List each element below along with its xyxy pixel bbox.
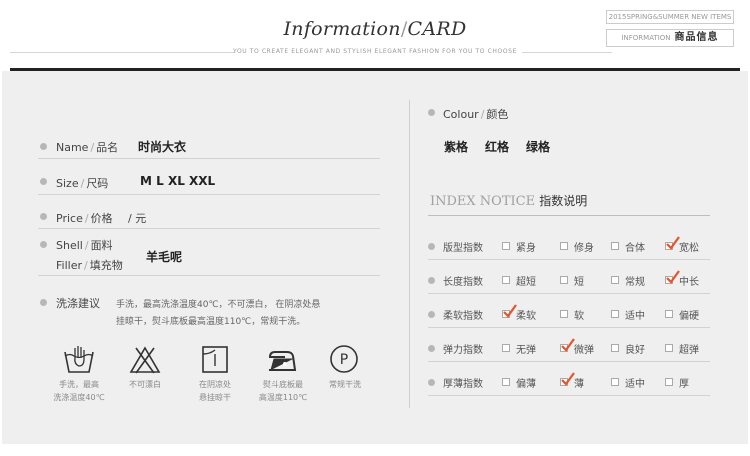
index-checkbox[interactable] — [502, 242, 510, 250]
dry-clean-icon: P — [330, 345, 358, 373]
price-label: Price / 价格 — [56, 212, 113, 225]
bullet — [40, 299, 47, 306]
dry-clean-glyph: P — [340, 352, 348, 368]
row-divider — [428, 293, 710, 294]
index-option: 偏硬 — [679, 311, 699, 322]
index-checkbox[interactable] — [611, 242, 619, 250]
index-checkbox[interactable] — [665, 310, 673, 318]
colour-purple: 紫格 — [444, 140, 469, 154]
name-value: 时尚大衣 — [138, 140, 187, 154]
bullet — [428, 379, 435, 386]
index-checkbox[interactable] — [611, 344, 619, 352]
index-title: INDEX NOTICE 指数说明 — [430, 194, 588, 209]
index-checkbox[interactable] — [560, 276, 568, 284]
index-option: 修身 — [574, 243, 594, 254]
size-label: Size / 尺码 — [56, 177, 109, 190]
wash-label: 洗涤建议 — [56, 297, 100, 310]
colour-label: Colour / 颜色 — [443, 108, 509, 121]
care-caption-dry-clean: 常规干洗 — [329, 380, 361, 389]
index-option: 偏薄 — [516, 379, 536, 390]
index-option: 适中 — [625, 379, 645, 390]
column-divider — [409, 100, 410, 408]
iron-icon — [268, 351, 297, 371]
index-label: 长度指数 — [443, 277, 483, 288]
material-value: 羊毛呢 — [146, 250, 183, 264]
index-checkbox[interactable] — [611, 276, 619, 284]
index-option: 中长 — [679, 277, 699, 288]
bullet — [40, 178, 47, 185]
shell-label: Shell / 面料 — [56, 239, 113, 252]
bullet — [428, 109, 435, 116]
index-option: 软 — [574, 311, 584, 322]
care-caption-iron: 熨斗底板最 高温度110℃ — [258, 380, 308, 402]
hand-wash-icon — [64, 346, 94, 373]
bullet — [428, 243, 435, 250]
season-badge: 2015SPRING&SUMMER NEW ITEMS — [606, 10, 734, 24]
index-label: 版型指数 — [443, 243, 483, 254]
bullet — [40, 241, 47, 248]
size-value: M L XL XXL — [140, 174, 216, 188]
checkmark-icon — [503, 304, 517, 318]
care-caption-hand-wash: 手洗，最高 洗涤温度40℃ — [53, 380, 105, 402]
index-option: 宽松 — [679, 243, 699, 254]
row-divider — [38, 228, 380, 229]
row-divider — [428, 327, 710, 328]
bullet — [40, 213, 47, 220]
index-option: 常规 — [625, 277, 645, 288]
row-divider — [38, 158, 380, 159]
checkmark-icon — [666, 236, 680, 250]
bullet — [428, 345, 435, 352]
index-option: 微弹 — [574, 345, 594, 356]
index-checkbox[interactable] — [502, 378, 510, 386]
card-subtitle: YOU TO CREATE ELEGANT AND STYLISH ELEGAN… — [233, 48, 517, 55]
index-checkbox[interactable] — [611, 310, 619, 318]
filler-label: Filler / 填充物 — [56, 259, 123, 272]
index-option: 良好 — [625, 345, 645, 356]
care-caption-line-dry: 在阴凉处 悬挂晾干 — [199, 380, 231, 402]
index-option: 短 — [574, 277, 584, 288]
index-option: 超短 — [516, 277, 536, 288]
checkmark-icon — [561, 338, 575, 352]
checkmark-icon — [561, 372, 575, 386]
index-checkbox[interactable] — [665, 344, 673, 352]
index-checkbox[interactable] — [560, 242, 568, 250]
index-checkbox[interactable] — [611, 378, 619, 386]
index-option: 合体 — [625, 243, 645, 254]
row-divider — [38, 194, 380, 195]
index-title-rule — [428, 215, 710, 216]
row-divider — [38, 275, 380, 276]
index-option: 厚 — [679, 379, 689, 390]
line-dry-icon — [202, 346, 228, 373]
price-value: / 元 — [128, 212, 147, 225]
index-option: 紧身 — [516, 243, 536, 254]
checkmark-icon — [666, 270, 680, 284]
index-option: 柔软 — [516, 311, 536, 322]
row-divider — [428, 395, 710, 396]
care-caption-no-bleach: 不可漂白 — [129, 380, 161, 389]
row-divider — [428, 259, 710, 260]
index-option: 超弹 — [679, 345, 699, 356]
index-checkbox[interactable] — [560, 310, 568, 318]
wash-text-line1: 手洗，最高洗涤温度40℃，不可漂白， 在阴凉处悬 — [116, 300, 321, 310]
colour-red: 红格 — [485, 140, 510, 154]
wash-text-line2: 挂晾干，熨斗底板最高温度110℃，常规干洗。 — [116, 317, 306, 327]
row-divider — [428, 361, 710, 362]
colour-green: 绿格 — [526, 140, 551, 154]
info-badge: INFORMATION 商品信息 — [606, 29, 734, 47]
name-label: Name / 品名 — [56, 141, 119, 154]
index-label: 厚薄指数 — [443, 379, 483, 390]
bullet — [428, 277, 435, 284]
index-option: 适中 — [625, 311, 645, 322]
bullet — [428, 311, 435, 318]
index-checkbox[interactable] — [665, 378, 673, 386]
bullet — [40, 143, 47, 150]
index-option: 无弹 — [516, 345, 536, 356]
index-label: 弹力指数 — [443, 345, 483, 356]
index-option: 薄 — [574, 379, 584, 390]
index-label: 柔软指数 — [443, 311, 483, 322]
index-checkbox[interactable] — [502, 344, 510, 352]
index-checkbox[interactable] — [502, 276, 510, 284]
no-bleach-icon — [129, 346, 161, 374]
